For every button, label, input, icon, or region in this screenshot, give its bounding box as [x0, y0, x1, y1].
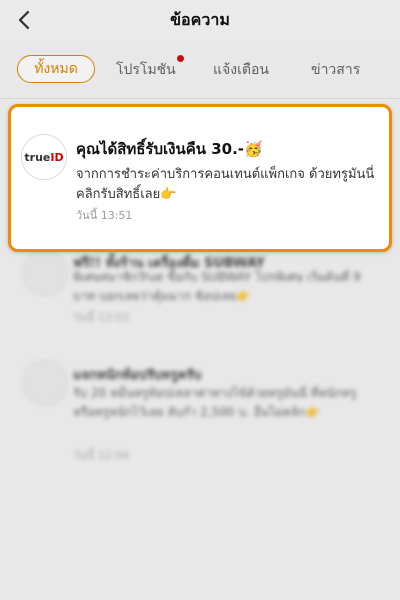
- message-card-highlighted[interactable]: trueID คุณได้สิทธิ์รับเงินคืน 30.-🥳 จากก…: [8, 104, 392, 252]
- message-body: จากการชำระค่าบริการคอนเทนต์แพ็กเกจ ด้วยท…: [76, 167, 375, 202]
- message-title: คุณได้สิทธิ์รับเงินคืน 30.-🥳: [76, 140, 263, 158]
- message-time: วันนี้ 13:51: [76, 209, 133, 222]
- dim-overlay: [0, 0, 400, 600]
- trueid-logo: trueID: [21, 134, 67, 180]
